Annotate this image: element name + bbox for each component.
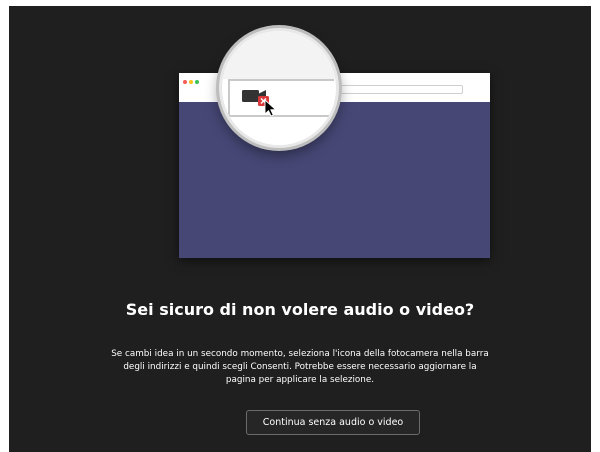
- camera-blocked-icon: [242, 90, 277, 117]
- close-dot-icon: [183, 80, 187, 84]
- camera-permission-illustration: [9, 6, 591, 276]
- permission-dialog: Sei sicuro di non volere audio o video? …: [9, 6, 591, 452]
- dialog-description: Se cambi idea in un secondo momento, sel…: [111, 349, 489, 385]
- continue-without-audio-video-button[interactable]: Continua senza audio o video: [246, 410, 420, 435]
- maximize-dot-icon: [195, 80, 199, 84]
- dialog-title: Sei sicuro di non volere audio o video?: [125, 300, 475, 319]
- magnifier-circle: [219, 28, 339, 148]
- mouse-pointer-icon: [264, 98, 277, 117]
- minimize-dot-icon: [189, 80, 193, 84]
